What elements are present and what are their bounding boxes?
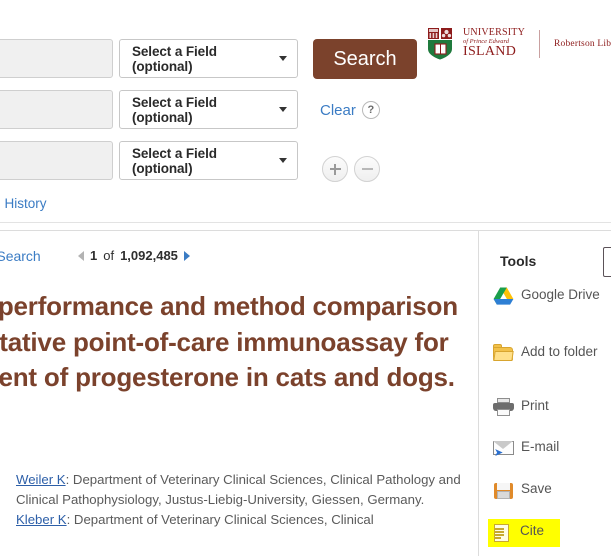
field-select-3[interactable]: Select a Field (optional) bbox=[119, 141, 298, 180]
chevron-down-icon bbox=[279, 56, 287, 61]
author-affiliation-list: Weiler K: Department of Veterinary Clini… bbox=[16, 470, 466, 530]
upei-crest-icon bbox=[425, 27, 456, 60]
tool-item-email[interactable]: ➤ E-mail bbox=[493, 438, 601, 459]
triangle-right-icon[interactable] bbox=[183, 250, 190, 261]
tool-label-email: E-mail bbox=[521, 439, 560, 454]
tool-item-print[interactable]: Print bbox=[493, 397, 601, 418]
chevron-down-icon bbox=[279, 107, 287, 112]
tool-item-save[interactable]: Save bbox=[493, 480, 601, 501]
field-select-2-label: Select a Field (optional) bbox=[132, 94, 217, 125]
author-affiliation: : Department of Veterinary Clinical Scie… bbox=[66, 512, 374, 528]
floppy-disk-icon bbox=[493, 480, 514, 501]
help-icon[interactable]: ? bbox=[361, 101, 380, 119]
google-drive-icon bbox=[493, 286, 514, 307]
tool-item-cite[interactable]: Cite bbox=[488, 519, 560, 547]
library-name: Robertson Library bbox=[554, 38, 611, 49]
refine-search-link[interactable]: Refine Search bbox=[0, 248, 41, 264]
upei-wordmark: UNIVERSITY of Prince Edward ISLAND bbox=[463, 26, 525, 60]
clear-controls: Clear ? bbox=[320, 101, 380, 119]
folder-icon bbox=[493, 343, 514, 364]
tool-label-add-to-folder: Add to folder bbox=[521, 344, 598, 359]
field-select-1-label: Select a Field (optional) bbox=[132, 43, 217, 74]
tool-item-add-to-folder[interactable]: Add to folder bbox=[493, 343, 601, 364]
author-entry: Kleber K: Department of Veterinary Clini… bbox=[16, 510, 466, 530]
printer-icon bbox=[493, 397, 514, 418]
search-term-input-2[interactable] bbox=[0, 90, 113, 129]
triangle-left-icon[interactable] bbox=[78, 250, 84, 261]
field-select-2[interactable]: Select a Field (optional) bbox=[119, 90, 298, 129]
envelope-icon: ➤ bbox=[493, 438, 514, 459]
pager-total: 1,092,485 bbox=[120, 248, 178, 263]
article-title[interactable]: Analytical performance and method compar… bbox=[0, 289, 470, 396]
upei-robertson-library-logo: UNIVERSITY of Prince Edward ISLAND Rober… bbox=[425, 27, 611, 60]
listen-button[interactable] bbox=[603, 247, 611, 277]
tool-label-cite: Cite bbox=[520, 523, 545, 538]
clear-link[interactable]: Clear bbox=[320, 102, 356, 119]
author-link[interactable]: Kleber K bbox=[16, 512, 67, 527]
brand-island: ISLAND bbox=[463, 44, 517, 60]
author-entry: Weiler K: Department of Veterinary Clini… bbox=[16, 470, 466, 510]
search-term-input-3[interactable] bbox=[0, 141, 113, 180]
tool-item-google-drive[interactable]: Google Drive bbox=[493, 286, 601, 307]
remove-row-button[interactable] bbox=[354, 156, 380, 182]
add-row-button[interactable] bbox=[322, 156, 348, 182]
logo-divider bbox=[539, 29, 540, 58]
author-affiliation: : Department of Veterinary Clinical Scie… bbox=[16, 472, 461, 508]
search-button[interactable]: Search bbox=[313, 39, 417, 79]
result-detail-area: Refine Search 1 of 1,092,485 Analytical … bbox=[0, 231, 478, 556]
author-link[interactable]: Weiler K bbox=[16, 472, 66, 487]
document-icon bbox=[492, 522, 513, 543]
field-select-3-label: Select a Field (optional) bbox=[132, 145, 217, 176]
pager-current: 1 bbox=[90, 248, 98, 263]
tool-label-print: Print bbox=[521, 398, 549, 413]
divider-top bbox=[0, 222, 611, 223]
row-controls bbox=[322, 156, 380, 182]
brand-university: UNIVERSITY bbox=[463, 26, 525, 38]
tool-label-google-drive: Google Drive bbox=[521, 287, 600, 302]
tool-label-save: Save bbox=[521, 481, 552, 496]
plus-icon-v bbox=[334, 163, 336, 175]
chevron-down-icon bbox=[279, 158, 287, 163]
tools-panel: Tools Google Drive Add to folder Print ➤… bbox=[479, 231, 611, 556]
tools-panel-title: Tools bbox=[500, 253, 537, 269]
search-term-input-1[interactable] bbox=[0, 39, 113, 78]
field-select-1[interactable]: Select a Field (optional) bbox=[119, 39, 298, 78]
result-pager: 1 of 1,092,485 bbox=[78, 248, 190, 263]
pager-of-label: of bbox=[103, 248, 115, 263]
search-form-area: Select a Field (optional) Select a Field… bbox=[0, 0, 611, 215]
search-history-link[interactable]: Search History bbox=[0, 196, 47, 211]
minus-icon bbox=[361, 168, 373, 170]
